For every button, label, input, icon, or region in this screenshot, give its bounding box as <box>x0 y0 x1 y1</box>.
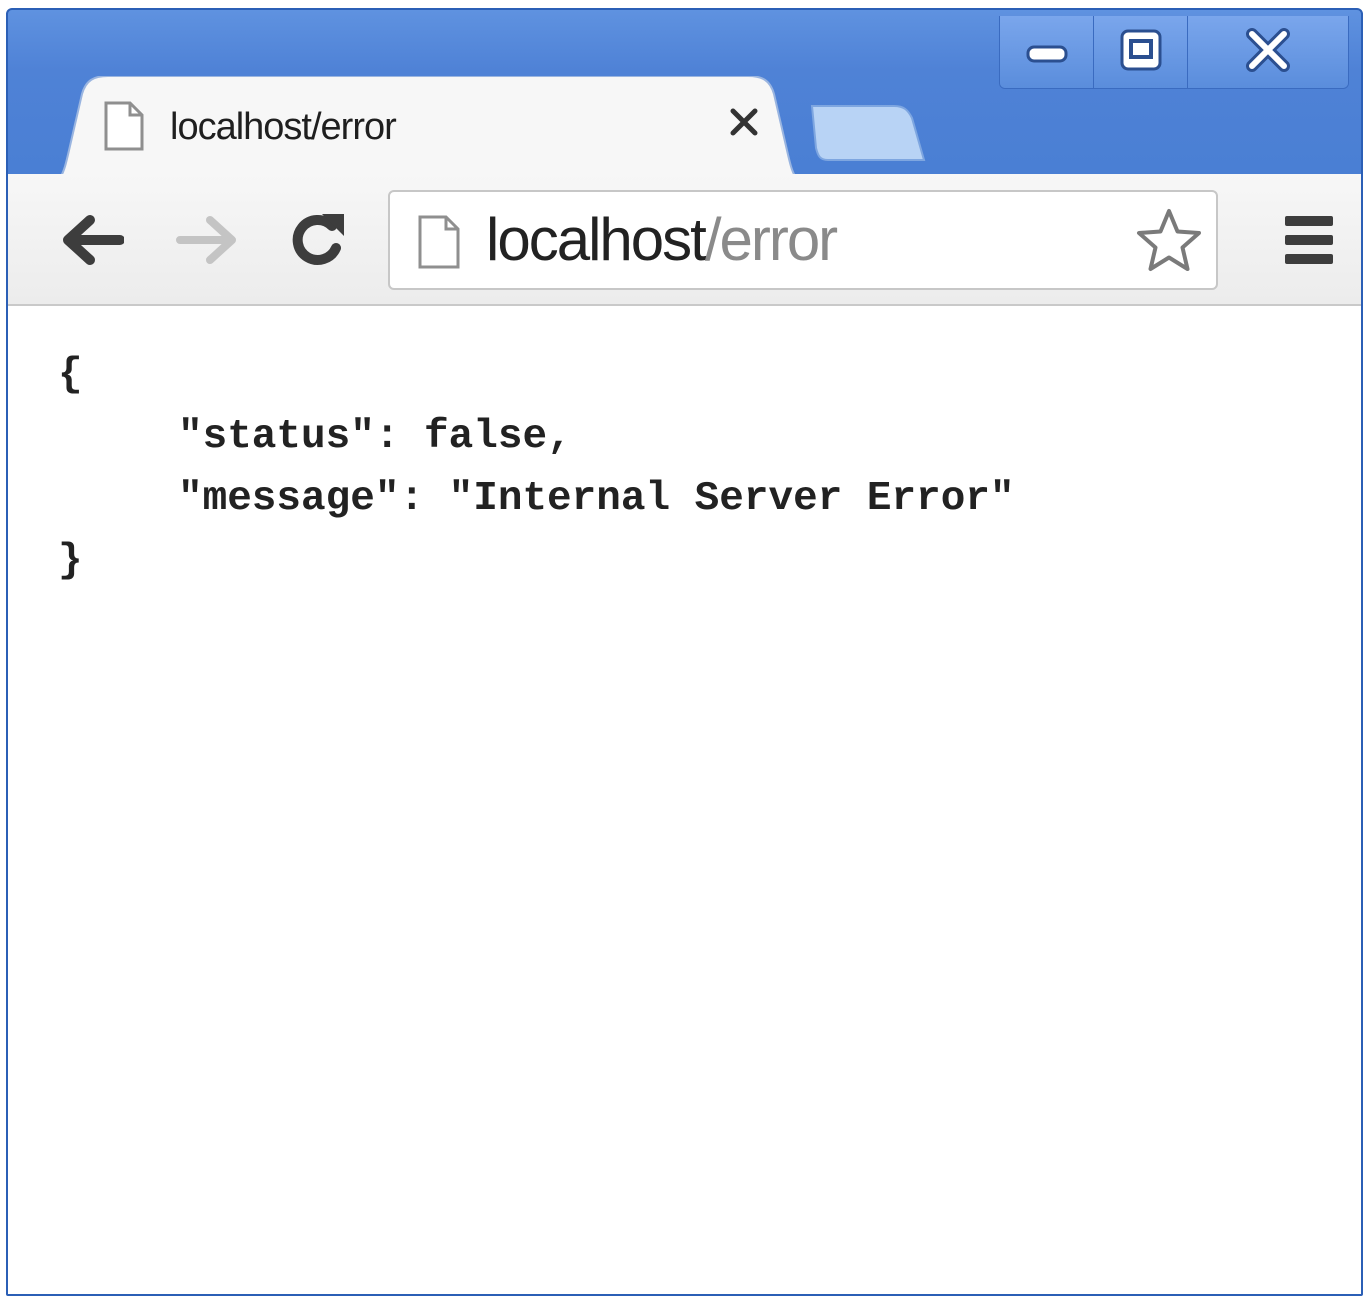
back-arrow-icon <box>63 215 124 265</box>
tab-close-button[interactable] <box>722 100 766 144</box>
minimize-icon <box>1025 35 1069 70</box>
json-key-message: "message" <box>178 476 400 522</box>
tab-title: localhost/error <box>170 106 397 148</box>
json-key-status: "status" <box>178 414 375 460</box>
bookmark-star-button[interactable] <box>1134 206 1204 276</box>
new-tab-button[interactable] <box>808 102 926 169</box>
forward-button[interactable] <box>170 202 246 278</box>
reload-icon <box>292 214 344 265</box>
json-open-brace: { <box>58 352 83 398</box>
close-icon <box>1245 27 1291 78</box>
star-icon <box>1137 209 1201 271</box>
close-window-button[interactable] <box>1188 16 1348 88</box>
url-host: localhost <box>486 206 707 273</box>
reload-button[interactable] <box>280 202 356 278</box>
page-content: { "status": false, "message": "Internal … <box>8 306 1361 1294</box>
page-icon <box>102 100 146 157</box>
json-line-message: "message": "Internal Server Error" <box>58 468 1015 530</box>
minimize-button[interactable] <box>1000 16 1094 88</box>
maximize-button[interactable] <box>1094 16 1188 88</box>
address-bar-url: localhost/error <box>486 206 838 274</box>
close-icon <box>730 108 758 136</box>
window-controls <box>999 16 1349 89</box>
hamburger-menu-icon <box>1285 216 1333 264</box>
browser-toolbar: localhost/error <box>8 174 1361 306</box>
json-value-message: : "Internal Server Error" <box>399 476 1015 522</box>
browser-window: localhost/error localhost/error {"statu… <box>6 8 1363 1296</box>
tab-active[interactable]: localhost/error <box>42 76 814 186</box>
menu-button[interactable] <box>1281 210 1337 270</box>
address-bar[interactable]: localhost/error <box>388 190 1218 290</box>
json-value-status: : false, <box>374 414 572 460</box>
url-path: /error <box>704 206 838 273</box>
forward-arrow-icon <box>176 216 236 264</box>
maximize-icon <box>1118 27 1164 78</box>
page-icon <box>416 214 462 275</box>
json-response: { "status": false, "message": "Internal … <box>58 344 1015 592</box>
json-close-brace: } <box>58 538 83 584</box>
back-button[interactable] <box>54 202 130 278</box>
json-line-status: "status": false, <box>58 406 572 468</box>
